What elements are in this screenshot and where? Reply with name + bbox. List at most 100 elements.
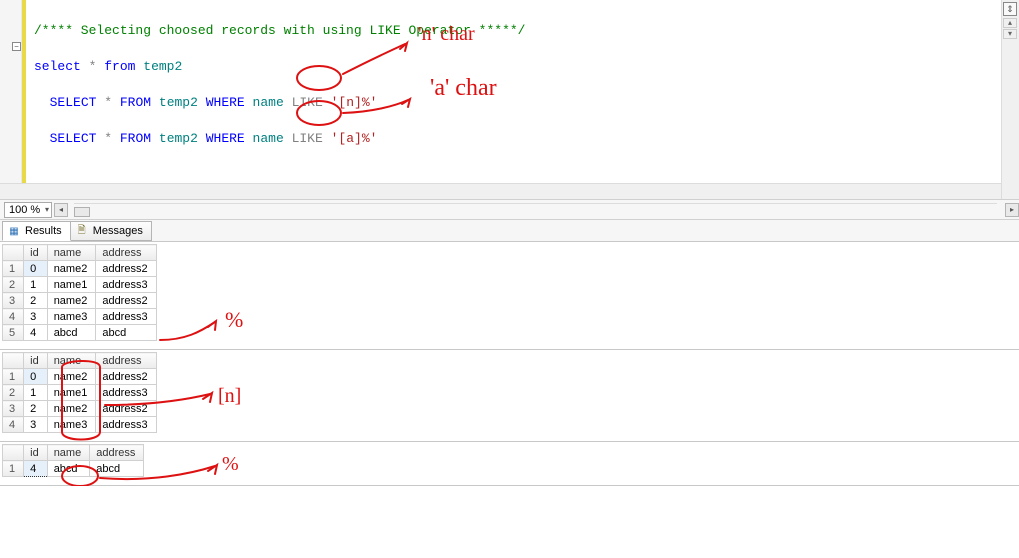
table-row[interactable]: 10name2address2 [3, 369, 157, 385]
table-row[interactable]: 14abcdabcd [3, 461, 144, 477]
code-area[interactable]: /**** Selecting choosed records with usi… [34, 4, 525, 166]
cell[interactable]: 4 [24, 325, 48, 341]
tab-messages[interactable]: 🗎 Messages [70, 221, 152, 241]
column-header[interactable]: id [24, 353, 48, 369]
scroll-down-icon[interactable]: ▾ [1003, 29, 1017, 39]
table-row[interactable]: 32name2address2 [3, 401, 157, 417]
zoom-dropdown[interactable]: 100 % ▾ [4, 202, 52, 218]
table-row[interactable]: 21name1address3 [3, 277, 157, 293]
cell[interactable]: address3 [96, 277, 156, 293]
column-header[interactable]: address [90, 445, 144, 461]
kw-select: SELECT [50, 95, 97, 110]
star: * [104, 95, 112, 110]
column-header[interactable]: name [47, 445, 90, 461]
table-row[interactable]: 10name2address2 [3, 261, 157, 277]
cell[interactable]: abcd [96, 325, 156, 341]
kw-like: LIKE [292, 95, 323, 110]
column-header[interactable]: name [47, 245, 96, 261]
cell[interactable]: name2 [47, 369, 96, 385]
cell[interactable]: 0 [24, 369, 48, 385]
cell[interactable]: name3 [47, 417, 96, 433]
column-header[interactable]: id [24, 245, 48, 261]
result-grid-2: idnameaddress10name2address221name1addre… [0, 350, 1019, 442]
cell[interactable]: abcd [47, 461, 90, 477]
split-sync-icon[interactable]: ⇕ [1003, 2, 1017, 16]
scroll-up-icon[interactable]: ▴ [1003, 18, 1017, 28]
row-number: 4 [3, 309, 24, 325]
column-header[interactable]: id [24, 445, 48, 461]
tab-label: Messages [93, 225, 143, 237]
cell[interactable]: 2 [24, 293, 48, 309]
cell[interactable]: 1 [24, 385, 48, 401]
column-header[interactable]: address [96, 353, 156, 369]
corner-cell [3, 445, 24, 461]
cell[interactable]: 3 [24, 309, 48, 325]
table-row[interactable]: 54abcdabcd [3, 325, 157, 341]
row-number: 1 [3, 261, 24, 277]
column-header[interactable]: name [47, 353, 96, 369]
kw-like: LIKE [292, 131, 323, 146]
table-row[interactable]: 21name1address3 [3, 385, 157, 401]
editor-v-scrollbar[interactable]: ⇕ ▴ ▾ [1001, 0, 1019, 199]
tbl-name: temp2 [159, 95, 198, 110]
cell[interactable]: 2 [24, 401, 48, 417]
cell[interactable]: 3 [24, 417, 48, 433]
star: * [89, 59, 97, 74]
cell[interactable]: 0 [24, 261, 48, 277]
cell[interactable]: name1 [47, 385, 96, 401]
kw-where: WHERE [206, 95, 245, 110]
cell[interactable]: address2 [96, 369, 156, 385]
chevron-down-icon: ▾ [45, 205, 49, 214]
results-table[interactable]: idnameaddress10name2address221name1addre… [2, 244, 157, 341]
results-table[interactable]: idnameaddress10name2address221name1addre… [2, 352, 157, 433]
table-row[interactable]: 43name3address3 [3, 417, 157, 433]
kw-where: WHERE [206, 131, 245, 146]
annot-bracket-n: [n] [218, 385, 241, 407]
table-row[interactable]: 32name2address2 [3, 293, 157, 309]
cell[interactable]: address3 [96, 417, 156, 433]
row-number: 3 [3, 401, 24, 417]
cell[interactable]: name3 [47, 309, 96, 325]
grid-icon: ▦ [7, 224, 21, 238]
corner-cell [3, 245, 24, 261]
column-header[interactable]: address [96, 245, 156, 261]
cell[interactable]: name2 [47, 293, 96, 309]
cell[interactable]: abcd [90, 461, 144, 477]
cell[interactable]: address2 [96, 261, 156, 277]
row-number: 4 [3, 417, 24, 433]
kw-from: from [104, 59, 135, 74]
cell[interactable]: 4 [24, 461, 48, 477]
cell[interactable]: address2 [96, 401, 156, 417]
change-marker [22, 0, 26, 187]
table-row[interactable]: 43name3address3 [3, 309, 157, 325]
messages-icon: 🗎 [75, 224, 89, 238]
h-scroll-track[interactable] [74, 203, 997, 217]
kw-from: FROM [120, 131, 151, 146]
tbl-name: temp2 [143, 59, 182, 74]
cell[interactable]: address3 [96, 309, 156, 325]
str-literal: '[a]%' [331, 131, 378, 146]
cell[interactable]: address2 [96, 293, 156, 309]
str-literal: '[n]%' [331, 95, 378, 110]
row-number: 5 [3, 325, 24, 341]
scroll-left-button[interactable]: ◂ [54, 203, 68, 217]
cell[interactable]: abcd [47, 325, 96, 341]
cell[interactable]: address3 [96, 385, 156, 401]
editor-h-scrollbar[interactable] [0, 183, 1001, 199]
results-table[interactable]: idnameaddress14abcdabcd [2, 444, 144, 477]
row-number: 1 [3, 369, 24, 385]
cell[interactable]: name1 [47, 277, 96, 293]
scroll-right-button[interactable]: ▸ [1005, 203, 1019, 217]
tab-results[interactable]: ▦ Results [2, 221, 71, 241]
zoom-bar: 100 % ▾ ◂ ▸ [0, 200, 1019, 220]
result-grid-1: idnameaddress10name2address221name1addre… [0, 242, 1019, 350]
zoom-value: 100 % [9, 204, 40, 216]
results-area: idnameaddress10name2address221name1addre… [0, 242, 1019, 486]
cell[interactable]: name2 [47, 261, 96, 277]
results-tabbar: ▦ Results 🗎 Messages [0, 220, 1019, 242]
cell[interactable]: 1 [24, 277, 48, 293]
cell[interactable]: name2 [47, 401, 96, 417]
col-name: name [253, 131, 284, 146]
collapse-toggle[interactable]: − [12, 42, 21, 51]
sql-editor-pane[interactable]: − /**** Selecting choosed records with u… [0, 0, 1019, 200]
